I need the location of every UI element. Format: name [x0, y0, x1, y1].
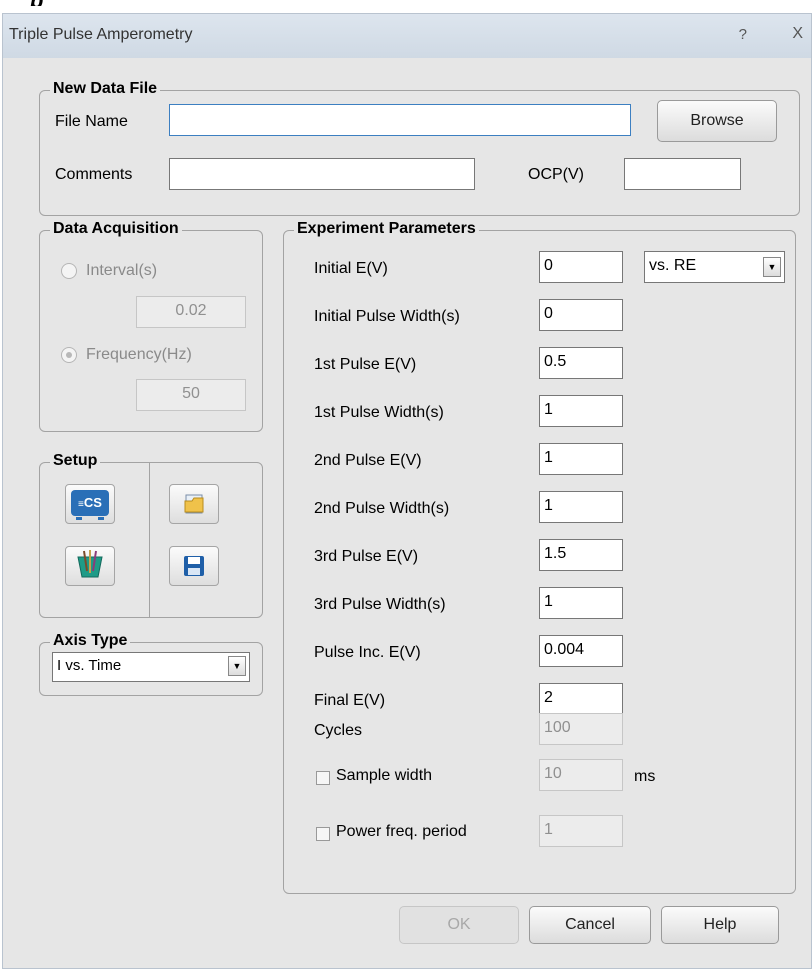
param-input[interactable]: 0.5	[539, 347, 623, 379]
param-label: 2nd Pulse Width(s)	[314, 500, 450, 517]
param-label: 3rd Pulse Width(s)	[314, 596, 446, 613]
title-bar: Triple Pulse Amperometry ? X	[3, 14, 811, 58]
param-label: Initial Pulse Width(s)	[314, 308, 460, 325]
sample-width-checkbox[interactable]	[316, 771, 330, 785]
triple-pulse-dialog: Triple Pulse Amperometry ? X New Data Fi…	[2, 13, 812, 969]
help-button[interactable]: Help	[661, 906, 779, 944]
comments-label: Comments	[55, 166, 133, 183]
frequency-label: Frequency(Hz)	[86, 346, 192, 363]
background-text-fragment: p	[30, 0, 60, 6]
ocp-input[interactable]	[624, 158, 741, 190]
param-label: 2nd Pulse E(V)	[314, 452, 422, 469]
open-file-button[interactable]	[169, 484, 219, 524]
param-label: 1st Pulse Width(s)	[314, 404, 444, 421]
axis-type-group: Axis Type I vs. Time ▼	[39, 632, 263, 696]
frequency-input[interactable]: 50	[136, 379, 246, 411]
cs-device-foot-left	[76, 517, 82, 520]
setup-legend: Setup	[50, 452, 101, 470]
param-input[interactable]: 2	[539, 683, 623, 715]
reference-value: vs. RE	[649, 257, 697, 274]
param-input[interactable]: 0	[539, 251, 623, 283]
close-window-button[interactable]: X	[792, 25, 803, 43]
interval-radio[interactable]	[61, 263, 77, 279]
sample-width-label: Sample width	[336, 767, 433, 784]
save-disk-icon	[184, 556, 204, 576]
file-name-input[interactable]	[169, 104, 631, 136]
cancel-button[interactable]: Cancel	[529, 906, 651, 944]
electrode-button[interactable]	[65, 546, 115, 586]
param-label: 3rd Pulse E(V)	[314, 548, 419, 565]
param-input[interactable]: 0	[539, 299, 623, 331]
ocp-label: OCP(V)	[528, 166, 584, 183]
power-freq-input[interactable]: 1	[539, 815, 623, 847]
data-acquisition-legend: Data Acquisition	[50, 220, 182, 238]
param-label: Final E(V)	[314, 692, 386, 709]
new-data-file-group: New Data File File Name Browse Comments …	[39, 80, 800, 216]
axis-type-value: I vs. Time	[57, 657, 122, 674]
cs-device-icon: ≡CS	[71, 490, 109, 516]
param-label: 1st Pulse E(V)	[314, 356, 417, 373]
param-label: Pulse Inc. E(V)	[314, 644, 421, 661]
param-input[interactable]: 1	[539, 443, 623, 475]
comments-input[interactable]	[169, 158, 475, 190]
file-name-label: File Name	[55, 113, 128, 130]
open-folder-icon	[184, 494, 204, 514]
param-input[interactable]: 1.5	[539, 539, 623, 571]
param-input[interactable]: 0.004	[539, 635, 623, 667]
power-freq-label: Power freq. period	[336, 823, 467, 840]
frequency-radio[interactable]	[61, 347, 77, 363]
electrode-icon	[77, 550, 103, 578]
data-acquisition-group: Data Acquisition Interval(s) 0.02 Freque…	[39, 220, 263, 432]
cycles-label: Cycles	[314, 722, 363, 739]
save-button[interactable]	[169, 546, 219, 586]
browse-button[interactable]: Browse	[657, 100, 777, 142]
chevron-down-icon: ▼	[228, 656, 246, 676]
axis-type-legend: Axis Type	[50, 632, 131, 650]
param-label: Initial E(V)	[314, 260, 388, 277]
cycles-input[interactable]: 100	[539, 713, 623, 745]
new-data-file-legend: New Data File	[50, 80, 161, 98]
sample-width-unit: ms	[634, 768, 656, 785]
cs-device-foot-right	[98, 517, 104, 520]
chevron-down-icon: ▼	[763, 257, 781, 277]
power-freq-checkbox[interactable]	[316, 827, 330, 841]
param-input[interactable]: 1	[539, 587, 623, 619]
param-input[interactable]: 1	[539, 395, 623, 427]
interval-input[interactable]: 0.02	[136, 296, 246, 328]
ok-button[interactable]: OK	[399, 906, 519, 944]
axis-type-select[interactable]: I vs. Time ▼	[52, 652, 250, 682]
interval-label: Interval(s)	[86, 262, 158, 279]
window-title: Triple Pulse Amperometry	[9, 26, 193, 43]
reference-select[interactable]: vs. RE ▼	[644, 251, 785, 283]
setup-group: Setup ≡CS	[39, 452, 263, 618]
cs-device-button[interactable]: ≡CS	[65, 484, 115, 524]
experiment-parameters-group: Experiment Parameters vs. RE ▼ Initial E…	[283, 220, 796, 894]
help-title-button[interactable]: ?	[739, 26, 747, 43]
experiment-parameters-legend: Experiment Parameters	[294, 220, 479, 238]
setup-divider	[149, 463, 150, 617]
sample-width-input[interactable]: 10	[539, 759, 623, 791]
param-input[interactable]: 1	[539, 491, 623, 523]
